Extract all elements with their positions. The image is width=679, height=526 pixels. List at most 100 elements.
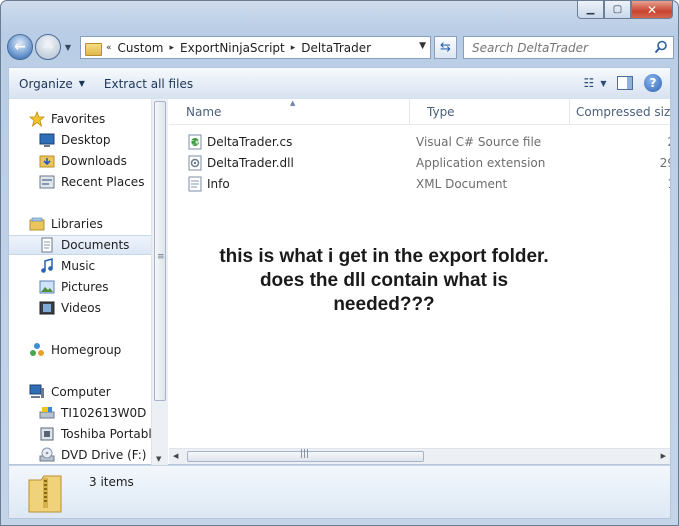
breadcrumb-separator[interactable]: ▸	[288, 43, 299, 53]
music-icon	[41, 258, 53, 273]
table-row[interactable]: DeltaTrader.dll Application extension 29	[169, 152, 670, 173]
column-header-name[interactable]: Name	[169, 99, 410, 125]
scrollbar-thumb[interactable]: ≡	[154, 101, 166, 401]
back-button[interactable]: ←	[7, 34, 33, 60]
search-input[interactable]	[464, 40, 644, 55]
sidebar-item-label: Computer	[51, 385, 111, 399]
chevron-down-icon: ▼	[600, 78, 607, 88]
sidebar-item-label: Toshiba Portable	[61, 427, 151, 441]
navigation-bar: ← → ▼ « Custom ▸ ExportNinjaScript ▸ Del…	[7, 31, 674, 63]
sidebar-item-label: Documents	[61, 238, 130, 252]
file-list-horizontal-scrollbar[interactable]: ◀ ||| ▶	[169, 448, 670, 464]
sidebar-item-label: DVD Drive (F:) X1	[61, 448, 151, 462]
sidebar-item-downloads[interactable]: Downloads	[9, 151, 151, 171]
file-list: ▲ Name Type Compressed size C# DeltaTrad…	[169, 99, 670, 449]
view-list-icon: ☷	[583, 76, 595, 90]
sidebar-item-dvd-drive[interactable]: DVD Drive (F:) X1	[9, 445, 151, 465]
search-icon[interactable]	[654, 40, 668, 54]
breadcrumb-overflow[interactable]: «	[103, 43, 115, 53]
breadcrumb-custom[interactable]: Custom	[115, 41, 167, 55]
file-name-cell: Info	[187, 176, 230, 192]
table-row[interactable]: C# DeltaTrader.cs Visual C# Source file …	[169, 131, 670, 152]
address-bar[interactable]: « Custom ▸ ExportNinjaScript ▸ DeltaTrad…	[80, 36, 431, 59]
column-header-row: ▲ Name Type Compressed size	[169, 99, 670, 125]
refresh-button[interactable]: ⇆	[434, 36, 457, 59]
sidebar-item-homegroup[interactable]: Homegroup	[9, 340, 151, 360]
folder-icon	[85, 41, 103, 56]
file-type: Application extension	[416, 155, 546, 170]
address-history-dropdown[interactable]: ▼	[419, 41, 426, 51]
table-row[interactable]: Info XML Document 1	[169, 173, 670, 194]
extract-all-files-button[interactable]: Extract all files	[94, 72, 202, 96]
sidebar-item-computer[interactable]: Computer	[9, 382, 151, 402]
sidebar-item-label: Pictures	[61, 280, 109, 294]
recent-pages-dropdown[interactable]: ▼	[61, 43, 75, 52]
extract-all-files-label: Extract all files	[103, 76, 194, 91]
maximize-button[interactable]: ▢	[604, 1, 631, 19]
sidebar-item-label: Desktop	[61, 133, 111, 147]
organize-label: Organize	[19, 76, 73, 91]
libraries-icon	[29, 217, 45, 231]
explorer-window: ▁ ▢ ✕ ← → ▼ « Custom ▸ ExportNinjaScript…	[0, 0, 679, 526]
sidebar-item-desktop[interactable]: Desktop	[9, 130, 151, 150]
command-bar: Organize ▼ Extract all files ☷ ▼ ?	[8, 67, 671, 99]
portable-drive-icon	[40, 427, 54, 441]
star-icon	[29, 111, 45, 127]
hard-drive-icon	[39, 407, 55, 419]
navigation-pane-scrollbar[interactable]: ≡ ▼	[151, 99, 168, 465]
sidebar-item-label: Recent Places	[61, 175, 145, 189]
sidebar-item-label: Homegroup	[51, 343, 122, 357]
sidebar-item-label: Videos	[61, 301, 101, 315]
minimize-button[interactable]: ▁	[577, 1, 604, 19]
breadcrumb-separator[interactable]: ▸	[167, 43, 178, 53]
file-type: Visual C# Source file	[416, 134, 542, 149]
item-count: 3 items	[89, 475, 134, 489]
sidebar-item-favorites[interactable]: Favorites	[9, 109, 151, 129]
breadcrumb-deltatrader[interactable]: DeltaTrader	[298, 41, 374, 55]
file-name-cell: DeltaTrader.dll	[187, 155, 294, 171]
preview-pane-icon	[617, 76, 633, 90]
sidebar-item-label: TI102613W0D (C:	[61, 406, 151, 420]
homegroup-icon	[30, 343, 44, 356]
scroll-left-button[interactable]: ◀	[173, 452, 178, 460]
svg-text:C#: C#	[190, 139, 199, 146]
preview-pane-button[interactable]	[614, 72, 636, 94]
breadcrumb-exportninjascript[interactable]: ExportNinjaScript	[177, 41, 288, 55]
help-button[interactable]: ?	[644, 74, 662, 92]
sidebar-item-toshiba-portable[interactable]: Toshiba Portable	[9, 424, 151, 444]
chevron-down-icon: ▼	[78, 79, 85, 88]
downloads-folder-icon	[39, 155, 55, 168]
sidebar-item-libraries[interactable]: Libraries	[9, 214, 151, 234]
column-header-compressed-size[interactable]: Compressed size	[570, 99, 670, 125]
file-name: DeltaTrader.cs	[207, 134, 293, 149]
sidebar-item-music[interactable]: Music	[9, 256, 151, 276]
sidebar-item-recent-places[interactable]: Recent Places	[9, 172, 151, 192]
sidebar-item-videos[interactable]: Videos	[9, 298, 151, 318]
zip-folder-icon	[28, 475, 62, 513]
file-compressed-size: 1	[639, 177, 670, 191]
content-area: Favorites Desktop Downloads Recent Place…	[8, 99, 671, 465]
sidebar-item-label: Music	[61, 259, 96, 273]
organize-button[interactable]: Organize ▼	[9, 72, 94, 96]
csharp-file-icon: C#	[188, 134, 202, 149]
file-type: XML Document	[416, 176, 508, 191]
scroll-right-button[interactable]: ▶	[661, 452, 666, 460]
close-button[interactable]: ✕	[631, 1, 673, 19]
documents-icon	[41, 237, 53, 253]
scroll-down-button[interactable]: ▼	[156, 455, 161, 463]
sidebar-item-local-disk[interactable]: TI102613W0D (C:	[9, 403, 151, 423]
computer-icon	[29, 384, 44, 398]
desktop-icon	[39, 133, 55, 147]
xml-file-icon	[188, 176, 202, 191]
scroll-grip-icon: |||	[300, 449, 310, 459]
search-box[interactable]	[463, 36, 674, 59]
forward-button[interactable]: →	[35, 34, 61, 60]
details-pane: 3 items	[8, 465, 671, 519]
column-header-type[interactable]: Type	[410, 99, 570, 125]
sidebar-item-pictures[interactable]: Pictures	[9, 277, 151, 297]
file-compressed-size: 29	[659, 155, 670, 170]
change-view-button[interactable]: ☷ ▼	[583, 72, 607, 94]
scrollbar-thumb[interactable]: |||	[187, 449, 424, 462]
sidebar-item-documents[interactable]: Documents	[9, 235, 151, 255]
file-name: Info	[207, 176, 230, 191]
